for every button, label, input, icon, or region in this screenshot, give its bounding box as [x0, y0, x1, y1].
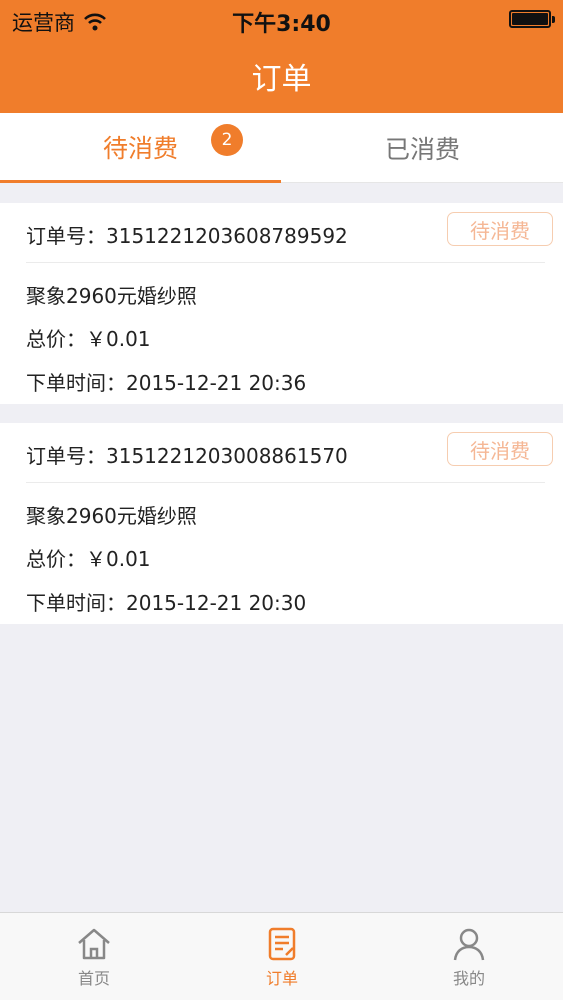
battery-icon: [509, 10, 555, 28]
order-number: 订单号：3151221203608789592: [26, 224, 348, 248]
tab-consumed-label: 已消费: [384, 135, 460, 164]
order-number: 订单号：3151221203008861570: [26, 444, 348, 468]
pending-count-badge: 2: [211, 124, 243, 156]
user-icon: [453, 928, 485, 961]
clock: 下午3:40: [232, 12, 331, 37]
order-card[interactable]: 订单号：3151221203008861570 待消费 聚象2960元婚纱照 总…: [0, 423, 563, 624]
tabbar-profile[interactable]: 我的: [375, 913, 563, 1000]
order-icon: [268, 927, 296, 961]
tabbar-orders[interactable]: 订单: [188, 913, 376, 1000]
tabbar-home[interactable]: 首页: [0, 913, 188, 1000]
bottom-tab-bar: 首页 订单 我的: [0, 912, 563, 1000]
tabbar-home-label: 首页: [77, 969, 110, 988]
tab-pending-label: 待消费: [102, 133, 178, 163]
order-status-button[interactable]: 待消费: [447, 432, 553, 466]
tab-pending[interactable]: 待消费 2: [0, 113, 281, 183]
divider: [26, 482, 545, 483]
order-price: 总价：￥0.01: [26, 327, 151, 351]
status-bar: 运营商 下午3:40: [0, 0, 563, 38]
divider: [26, 262, 545, 263]
order-card[interactable]: 订单号：3151221203608789592 待消费 聚象2960元婚纱照 总…: [0, 203, 563, 404]
order-price: 总价：￥0.01: [26, 547, 151, 571]
home-icon: [78, 928, 110, 960]
order-time: 下单时间：2015-12-21 20:30: [26, 591, 307, 615]
header: 运营商 下午3:40 订单: [0, 0, 563, 113]
page-title: 订单: [251, 62, 312, 97]
product-name: 聚象2960元婚纱照: [26, 504, 197, 528]
tabbar-orders-label: 订单: [265, 969, 298, 988]
order-status-button[interactable]: 待消费: [447, 212, 553, 246]
product-name: 聚象2960元婚纱照: [26, 284, 197, 308]
tabbar-profile-label: 我的: [452, 969, 485, 988]
order-time: 下单时间：2015-12-21 20:36: [26, 371, 307, 395]
order-tabs: 待消费 2 已消费: [0, 113, 563, 183]
tab-consumed[interactable]: 已消费: [282, 113, 563, 183]
